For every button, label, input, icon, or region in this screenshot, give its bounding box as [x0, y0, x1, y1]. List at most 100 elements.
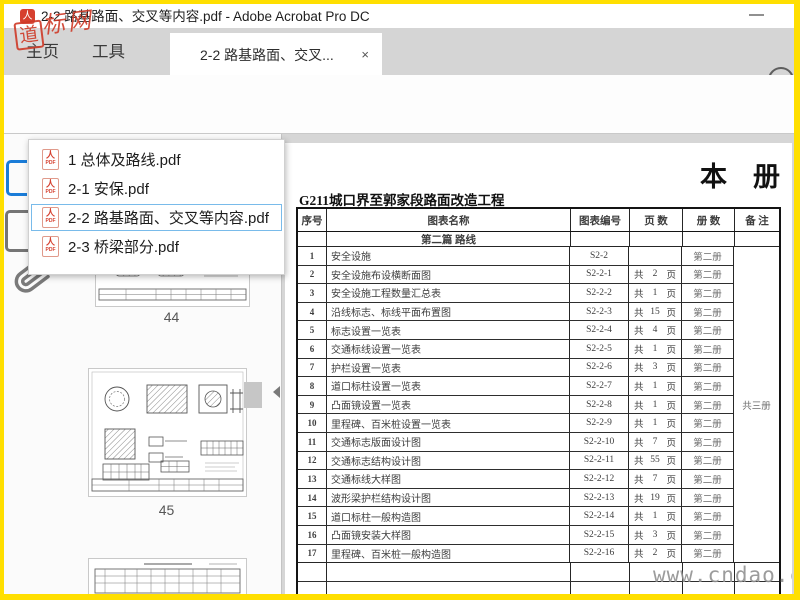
merged-remark-cell: 共三册 — [733, 247, 779, 563]
page-thumbnails-icon[interactable] — [6, 160, 27, 196]
table-row: 17 里程碑、百米桩一般构造图 S2-2-16 共2页 第二册 — [298, 544, 733, 563]
table-cell-pages: 共 15 页 — [628, 302, 681, 321]
table-cell-no: 12 — [307, 455, 317, 466]
table-header-row: 序号 图表名称 图表编号 页 数 册 数 备 注 — [298, 209, 779, 232]
stamp-script-chars: 标网 — [40, 7, 96, 40]
col-header-name: 图表名称 — [326, 209, 570, 231]
table-cell-name: 道口标柱一般构造图 — [326, 507, 569, 525]
table-cell-no: 5 — [309, 325, 315, 336]
table-row: 6 交通标线设置一览表 S2-2-5 共1页 第二册 — [298, 339, 733, 359]
attachment-item[interactable]: 人 PDF 1 总体及路线.pdf — [31, 146, 282, 173]
section-title: 第二篇 路线 — [326, 232, 570, 246]
pdf-file-icon: 人 PDF — [42, 149, 59, 170]
page-thumbnail[interactable] — [88, 368, 247, 497]
drawing-index-table: 序号 图表名称 图表编号 页 数 册 数 备 注 第二篇 路线 1 安全设施 S… — [296, 207, 781, 594]
tab-tools[interactable]: 工具 — [92, 28, 125, 75]
pdf-file-icon: 人 PDF — [42, 207, 59, 228]
table-cell-no: 3 — [309, 287, 315, 298]
table-row: 2 安全设施布设横断面图 S2-2-1 共2页 第二册 — [298, 265, 733, 285]
thumbnail-page-number: 45 — [158, 502, 175, 518]
table-cell-code: S2-2-13 — [569, 488, 628, 507]
table-cell-code: S2-2-2 — [569, 284, 628, 302]
table-cell-code: S2-2-3 — [569, 302, 628, 321]
table-cell-pages: 共1页 — [628, 284, 681, 302]
page-thumbnail[interactable] — [88, 558, 247, 594]
table-row: 4 沿线标志、标线平面布置图 S2-2-3 共 15 页 第二册 — [298, 302, 733, 322]
table-cell-code: S2-2-16 — [569, 544, 628, 563]
table-cell-name: 凸面镜设置一览表 — [326, 395, 569, 414]
collapse-sidebar-icon[interactable] — [273, 386, 280, 398]
table-cell-code: S2-2 — [569, 247, 628, 265]
table-row: 16 凸面镜安装大样图 S2-2-15 共3页 第二册 — [298, 525, 733, 545]
document-viewer: 本册 G211城口界至郭家段路面改造工程 www.cndao.com 序号 图表… — [282, 134, 794, 594]
table-cell-code: S2-2-14 — [569, 507, 628, 525]
col-header-pages: 页 数 — [629, 209, 682, 231]
table-cell-volume: 第二册 — [681, 414, 733, 432]
table-cell-no: 10 — [307, 418, 317, 429]
table-cell-pages: 共1页 — [628, 507, 681, 525]
col-header-volume: 册 数 — [682, 209, 734, 231]
table-cell-volume: 第二册 — [681, 432, 733, 451]
project-title: G211城口界至郭家段路面改造工程 — [299, 193, 505, 208]
table-cell-name: 道口标柱设置一览表 — [326, 377, 569, 395]
pdf-file-icon: 人 PDF — [42, 178, 59, 199]
table-row: 3 安全设施工程数量汇总表 S2-2-2 共1页 第二册 — [298, 284, 733, 303]
table-cell-volume: 第二册 — [681, 395, 733, 414]
table-row: 1 安全设施 S2-2 第二册 — [298, 247, 733, 266]
thumbnail-page-number: 44 — [163, 309, 180, 325]
table-cell-no: 14 — [307, 492, 317, 503]
tab-close-icon[interactable]: × — [361, 33, 369, 75]
application-window: 人 2-2 路基路面、交叉等内容.pdf - Adobe Acrobat Pro… — [0, 0, 800, 600]
table-cell-no: 8 — [309, 380, 315, 391]
table-row: 12 交通标志结构设计图 S2-2-11 共 55 页 第二册 — [298, 451, 733, 471]
minimize-button[interactable]: — — [749, 4, 764, 26]
table-cell-pages: 共 19 页 — [628, 488, 681, 507]
table-cell-name: 交通标线设置一览表 — [326, 339, 569, 358]
table-cell-pages: 共3页 — [628, 525, 681, 544]
table-cell-volume: 第二册 — [681, 525, 733, 544]
table-cell-code: S2-2-12 — [569, 470, 628, 488]
table-cell-name: 安全设施 — [326, 247, 569, 265]
table-body: 1 安全设施 S2-2 第二册 2 安全设施布设横断面图 S2-2-1 共2页 … — [298, 247, 779, 564]
table-cell-no: 6 — [309, 343, 315, 354]
table-cell-name: 交通标线大样图 — [326, 470, 569, 488]
table-cell-code: S2-2-6 — [569, 358, 628, 377]
attachment-item[interactable]: 人 PDF 2-3 桥梁部分.pdf — [31, 233, 282, 260]
table-cell-name: 凸面镜安装大样图 — [326, 525, 569, 544]
table-row: 14 波形梁护栏结构设计图 S2-2-13 共 19 页 第二册 — [298, 488, 733, 508]
table-cell-pages: 共7页 — [628, 432, 681, 451]
table-row: 10 里程碑、百米桩设置一览表 S2-2-9 共1页 第二册 — [298, 414, 733, 433]
table-cell-pages: 共7页 — [628, 470, 681, 488]
table-row: 5 标志设置一览表 S2-2-4 共4页 第二册 — [298, 321, 733, 340]
table-cell-no: 4 — [309, 306, 315, 317]
table-cell-no: 17 — [307, 548, 317, 559]
table-cell-code: S2-2-7 — [569, 377, 628, 395]
attachment-label: 2-3 桥梁部分.pdf — [68, 239, 179, 256]
table-cell-code: S2-2-5 — [569, 339, 628, 358]
table-cell-pages: 共1页 — [628, 414, 681, 432]
table-cell-no: 9 — [309, 399, 315, 410]
table-cell-pages: 共3页 — [628, 358, 681, 377]
table-cell-name: 安全设施工程数量汇总表 — [326, 284, 569, 302]
table-cell-volume: 第二册 — [681, 544, 733, 563]
tab-document[interactable]: 2-2 路基路面、交叉... × — [170, 33, 382, 75]
attachment-label: 1 总体及路线.pdf — [68, 152, 181, 169]
bookmarks-icon[interactable] — [5, 210, 28, 252]
volume-header: 本册 — [700, 162, 780, 192]
title-bar: 人 2-2 路基路面、交叉等内容.pdf - Adobe Acrobat Pro… — [4, 4, 794, 28]
attachment-label: 2-2 路基路面、交叉等内容.pdf — [68, 210, 269, 227]
table-cell-no: 16 — [307, 529, 317, 540]
col-header-remark: 备 注 — [734, 209, 779, 231]
table-cell-pages: 共1页 — [628, 395, 681, 414]
table-cell-no: 1 — [309, 250, 315, 261]
attachment-item[interactable]: 人 PDF 2-2 路基路面、交叉等内容.pdf — [31, 204, 282, 231]
table-cell-volume: 第二册 — [681, 451, 733, 470]
sidebar-scrollbar-thumb[interactable] — [244, 382, 262, 408]
toolbar: / 119 50% — [4, 75, 794, 196]
attachment-item[interactable]: 人 PDF 2-1 安保.pdf — [31, 175, 282, 202]
tab-document-label: 2-2 路基路面、交叉... — [200, 47, 334, 63]
table-cell-pages: 共2页 — [628, 544, 681, 563]
pdf-file-icon: 人 PDF — [42, 236, 59, 257]
table-cell-code: S2-2-4 — [569, 321, 628, 339]
table-cell-code: S2-2-11 — [569, 451, 628, 470]
